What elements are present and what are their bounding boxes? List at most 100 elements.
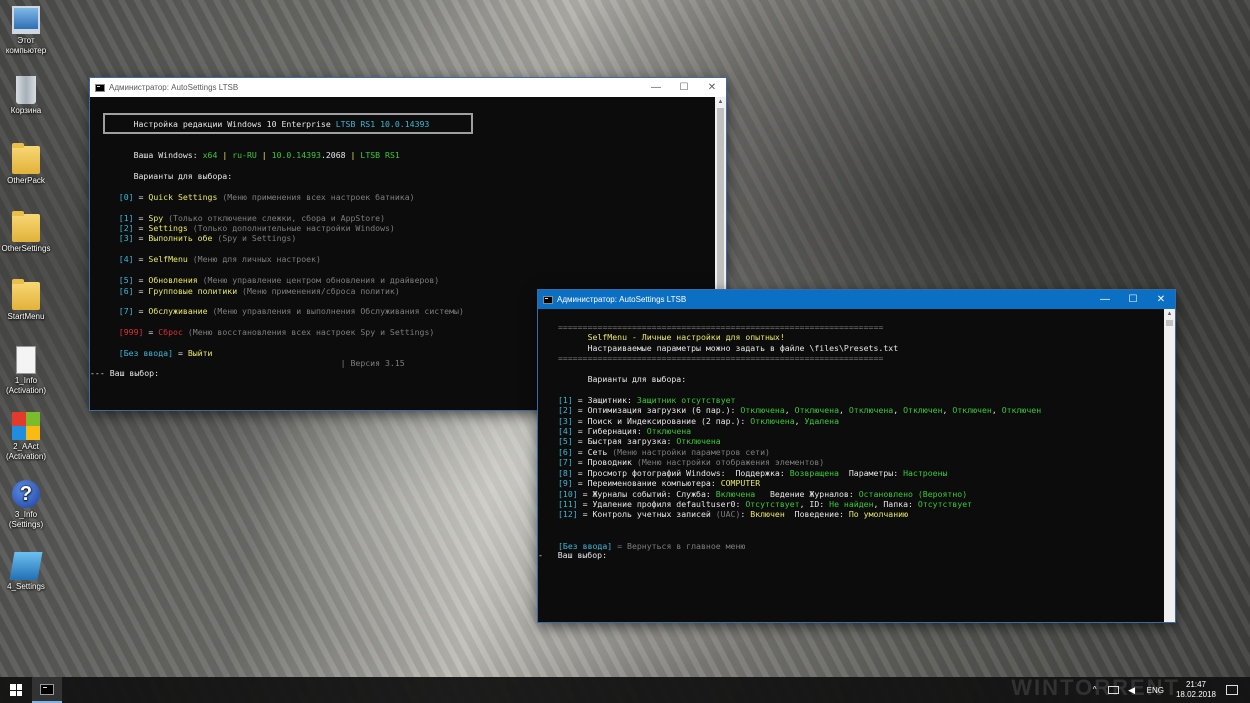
- menu-item-text: (UAC): [715, 509, 741, 520]
- desktop-icon-label: 4_Settings: [7, 582, 45, 591]
- menu-item-text: ,: [893, 405, 904, 416]
- version-label: | Версия 3.15: [340, 358, 405, 369]
- taskbar-item-console[interactable]: [32, 677, 62, 703]
- desktop-icon-otherpack[interactable]: OtherPack: [0, 143, 52, 186]
- windows-revision: .2068: [320, 150, 346, 161]
- help-icon: ?: [12, 480, 40, 508]
- desktop-icon-label: OtherSettings: [1, 244, 51, 253]
- menu-item-text: = Проводник: [572, 457, 637, 468]
- menu-key: [2]: [558, 405, 573, 416]
- console-output: Настройка редакции Windows 10 Enterprise…: [118, 119, 464, 369]
- console-icon: [543, 295, 553, 304]
- desktop-icon-recycle-bin[interactable]: Корзина: [0, 76, 52, 116]
- notifications-icon[interactable]: [1226, 685, 1238, 695]
- menu-item-text: = Переименование компьютера:: [572, 478, 721, 489]
- menu-item-text: Отключена: [676, 436, 721, 447]
- desktop-icon-computer[interactable]: Этот компьютер: [0, 6, 52, 56]
- language-indicator[interactable]: ENG: [1147, 686, 1164, 695]
- menu-item-text: = Удаление профиля defaultuser0:: [577, 498, 746, 509]
- menu-item-text: ,: [942, 405, 953, 416]
- chevron-up-icon[interactable]: ^: [1090, 685, 1100, 695]
- scroll-thumb[interactable]: [1166, 320, 1173, 326]
- clock[interactable]: 21:47 18.02.2018: [1176, 680, 1216, 700]
- menu-item-text: :: [740, 509, 751, 520]
- selfmenu-heading: SelfMenu - Личные настройки для опытных!: [587, 332, 785, 343]
- selfmenu-items: [1] = Защитник: Защитник отсутствует [2]…: [558, 395, 1041, 519]
- scrollbar[interactable]: ▲: [1164, 309, 1175, 622]
- menu-key: [9]: [558, 478, 573, 489]
- choose-label: Варианты для выбора:: [587, 374, 687, 385]
- menu-item-text: Защитник отсутствует: [636, 394, 736, 405]
- menu-key: [1]: [558, 394, 573, 405]
- computer-icon: [12, 6, 40, 34]
- desktop-icon-label: Этот компьютер: [5, 36, 47, 55]
- prompt-line[interactable]: - Ваш выбор:: [538, 550, 607, 560]
- prompt-line[interactable]: --- Ваш выбор:: [90, 368, 159, 378]
- menu-item-maintenance: Обслуживание: [148, 306, 208, 317]
- desktop-icon-othersettings[interactable]: OtherSettings: [0, 211, 52, 254]
- menu-key: [8]: [558, 467, 573, 478]
- scroll-up-arrow-icon[interactable]: ▲: [1164, 309, 1175, 320]
- window-titlebar[interactable]: Администратор: AutoSettings LTSB — ☐ ✕: [90, 78, 726, 97]
- menu-item-text: = Быстрая загрузка:: [572, 436, 677, 447]
- windows-arch: x64: [202, 150, 218, 161]
- menu-item-text: Ведение Журналов:: [755, 488, 859, 499]
- desktop-icon-aact[interactable]: 2_AAct (Activation): [0, 412, 52, 462]
- menu-key: [10]: [558, 488, 578, 499]
- desktop-icon-info-activation[interactable]: 1_Info (Activation): [0, 346, 52, 396]
- desktop-icon-startmenu[interactable]: StartMenu: [0, 279, 52, 322]
- console-output: ========================================…: [558, 322, 1041, 551]
- menu-item-text: Отключена: [750, 415, 795, 426]
- menu-item-text: Поведение:: [784, 509, 849, 520]
- menu-item-return: = Вернуться в главное меню: [612, 540, 746, 551]
- menu-item-text: Отключена: [646, 426, 692, 437]
- console-window-selfmenu[interactable]: Администратор: AutoSettings LTSB — ☐ ✕ ▲…: [538, 290, 1175, 622]
- menu-item-text: Параметры:: [838, 467, 904, 478]
- settings-icon: [9, 552, 43, 580]
- menu-key: [7]: [558, 457, 573, 468]
- menu-item-text: ,: [794, 415, 805, 426]
- volume-icon[interactable]: ◀: [1127, 685, 1137, 695]
- menu-item-text: , ID:: [799, 498, 830, 509]
- window-titlebar[interactable]: Администратор: AutoSettings LTSB — ☐ ✕: [538, 290, 1175, 309]
- menu-key: [7]: [118, 306, 134, 317]
- window-title: Администратор: AutoSettings LTSB: [109, 83, 239, 92]
- menu-item-text: ,: [839, 405, 849, 416]
- minimize-button[interactable]: —: [1091, 290, 1119, 309]
- menu-item-reset: Сброс: [158, 327, 183, 338]
- menu-item-text: = Сеть: [572, 446, 613, 457]
- desktop-icon-info-settings[interactable]: ? 3_Info (Settings): [0, 480, 52, 530]
- choose-label: Варианты для выбора:: [133, 171, 233, 182]
- start-button[interactable]: [0, 677, 32, 703]
- maximize-button[interactable]: ☐: [670, 78, 698, 97]
- menu-item-text: Отключен: [1001, 405, 1042, 416]
- system-tray: ^ ◀ ENG 21:47 18.02.2018: [1086, 677, 1250, 703]
- menu-key: [2]: [118, 223, 134, 234]
- windows-logo-icon: [10, 684, 22, 696]
- windows-build: 10.0.14393: [271, 150, 321, 161]
- menu-item-text: , Папка:: [873, 498, 918, 509]
- presets-path: \files\Presets.txt: [809, 342, 899, 353]
- maximize-button[interactable]: ☐: [1119, 290, 1147, 309]
- header-edition: Windows 10 Enterprise: [227, 119, 336, 129]
- clock-date: 18.02.2018: [1175, 690, 1216, 699]
- menu-item-text: (Меню настройки отображения элементов): [636, 457, 825, 468]
- network-icon[interactable]: [1107, 686, 1119, 694]
- menu-item-text: COMPUTER: [720, 478, 761, 489]
- header-text: Настройка редакции: [133, 119, 228, 129]
- scroll-up-arrow-icon[interactable]: ▲: [715, 97, 726, 108]
- menu-item-text: Удалена: [804, 415, 840, 426]
- desktop-icon-settings[interactable]: 4_Settings: [0, 552, 52, 592]
- header-version: LTSB RS1 10.0.14393: [335, 119, 430, 129]
- menu-item-text: Отключен: [903, 405, 943, 416]
- menu-item-text: = Просмотр фотографий Windows: Поддержка…: [572, 467, 790, 478]
- desktop-icon-label: 2_AAct (Activation): [5, 442, 46, 461]
- minimize-button[interactable]: —: [642, 78, 670, 97]
- close-button[interactable]: ✕: [698, 78, 726, 97]
- folder-icon: [12, 279, 40, 310]
- menu-item-text: = Оптимизация загрузки (6 пар.):: [572, 405, 741, 416]
- windows-info-label: Ваша Windows:: [133, 150, 203, 161]
- close-button[interactable]: ✕: [1147, 290, 1175, 309]
- menu-item-text: Настроены: [903, 467, 948, 478]
- menu-item-settings: Settings: [148, 223, 188, 234]
